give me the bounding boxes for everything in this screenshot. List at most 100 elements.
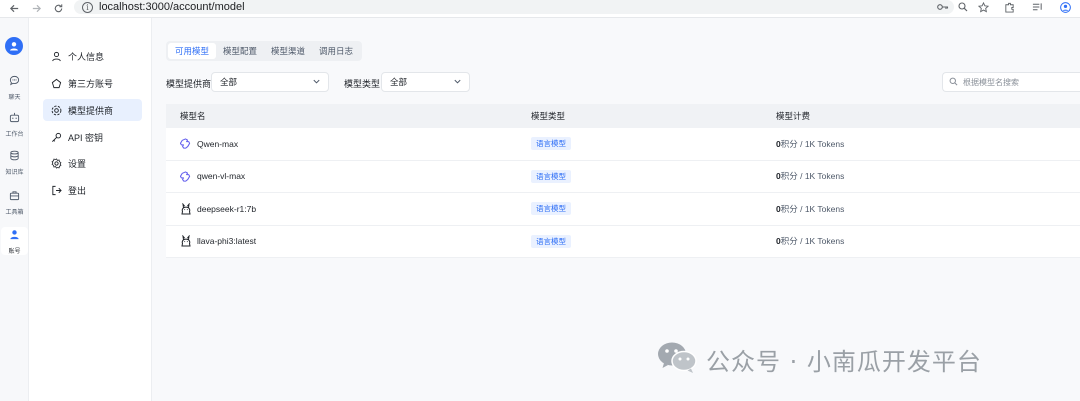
- type-select[interactable]: 全部: [381, 72, 470, 92]
- rail-item-workbench[interactable]: 工作台: [0, 110, 29, 138]
- logout-icon: [50, 184, 62, 196]
- model-type-cell: 语言模型: [531, 202, 571, 216]
- search-icon: [949, 73, 958, 91]
- chevron-down-icon: [453, 77, 462, 88]
- app-rail: 聊天 工作台 知识库 工具箱 账号: [0, 18, 29, 401]
- user-icon: [9, 227, 20, 245]
- type-filter-label: 模型类型: [344, 79, 381, 89]
- rail-item-label: 知识库: [5, 170, 24, 176]
- model-name-cell: qwen-vl-max: [180, 171, 245, 182]
- reading-list-icon[interactable]: [1030, 0, 1044, 14]
- column-header-name: 模型名: [180, 111, 206, 121]
- password-key-icon[interactable]: [936, 0, 950, 14]
- model-type-cell: 语言模型: [531, 169, 571, 183]
- rail-item-label: 工作台: [5, 132, 24, 138]
- model-price-cell: 0积分 / 1K Tokens: [776, 235, 844, 247]
- tab-call-logs[interactable]: 调用日志: [312, 43, 360, 59]
- model-tabs: 可用模型 模型配置 模型渠道 调用日志: [166, 41, 363, 61]
- toolbox-icon: [9, 188, 20, 206]
- model-name: Qwen-max: [197, 138, 239, 149]
- menu-item-settings[interactable]: 设置: [43, 152, 142, 174]
- extensions-icon[interactable]: [1002, 0, 1016, 14]
- table-row[interactable]: qwen-vl-max 语言模型 0积分 / 1K Tokens: [166, 161, 1080, 193]
- ollama-icon: [180, 235, 191, 247]
- model-type-cell: 语言模型: [531, 234, 571, 248]
- column-header-price: 模型计费: [776, 111, 811, 121]
- price-unit: 积分 / 1K Tokens: [780, 203, 845, 214]
- price-unit: 积分 / 1K Tokens: [780, 171, 845, 182]
- chat-icon: [9, 73, 20, 91]
- watermark: 公众号 · 小南瓜开发平台: [656, 340, 982, 379]
- model-name: deepseek-r1:7b: [197, 203, 257, 214]
- model-type-badge: 语言模型: [531, 137, 571, 151]
- rail-item-chat[interactable]: 聊天: [0, 73, 29, 101]
- price-unit: 积分 / 1K Tokens: [780, 236, 845, 247]
- table-row[interactable]: llava-phi3:latest 语言模型 0积分 / 1K Tokens: [166, 226, 1080, 258]
- type-select-value: 全部: [390, 77, 408, 87]
- model-name-cell: llava-phi3:latest: [180, 235, 257, 247]
- gear-icon: [50, 157, 62, 169]
- table-row[interactable]: Qwen-max 语言模型 0积分 / 1K Tokens: [166, 128, 1080, 161]
- model-icon: [50, 104, 62, 116]
- browser-toolbar: i localhost:3000/account/model: [0, 0, 1080, 18]
- table-row[interactable]: deepseek-r1:7b 语言模型 0积分 / 1K Tokens: [166, 193, 1080, 226]
- url-text: localhost:3000/account/model: [99, 1, 245, 13]
- qwen-icon: [180, 138, 191, 149]
- site-info-icon[interactable]: i: [82, 1, 93, 13]
- menu-item-label: 模型提供商: [68, 105, 114, 116]
- back-icon[interactable]: [6, 1, 22, 17]
- chevron-down-icon: [312, 77, 321, 88]
- tab-available-models[interactable]: 可用模型: [168, 43, 217, 59]
- model-type-badge: 语言模型: [531, 169, 571, 183]
- key-icon: [50, 131, 62, 143]
- user-avatar[interactable]: [5, 37, 23, 55]
- model-price-cell: 0积分 / 1K Tokens: [776, 170, 844, 182]
- account-menu: 个人信息 第三方账号 模型提供商 API 密钥 设置 登出: [29, 18, 152, 401]
- model-price-cell: 0积分 / 1K Tokens: [776, 203, 844, 215]
- rail-item-label: 工具箱: [5, 210, 24, 216]
- rail-item-toolbox[interactable]: 工具箱: [0, 188, 29, 216]
- model-search: [942, 72, 1080, 92]
- reload-icon[interactable]: [50, 1, 66, 17]
- model-name-cell: Qwen-max: [180, 138, 238, 149]
- price-unit: 积分 / 1K Tokens: [780, 138, 845, 149]
- zoom-icon[interactable]: [956, 0, 970, 14]
- tab-model-channels[interactable]: 模型渠道: [264, 43, 312, 59]
- models-table: 模型名 模型类型 模型计费 Qwen-max 语言模型 0积分 / 1K Tok…: [166, 104, 1080, 258]
- menu-item-third-party[interactable]: 第三方账号: [43, 72, 142, 94]
- menu-item-label: 第三方账号: [68, 78, 114, 89]
- model-price-cell: 0积分 / 1K Tokens: [776, 138, 844, 150]
- model-name-cell: deepseek-r1:7b: [180, 202, 257, 215]
- menu-item-label: 设置: [68, 158, 87, 169]
- tab-model-config[interactable]: 模型配置: [216, 43, 264, 59]
- robot-icon: [9, 110, 20, 128]
- menu-item-label: 登出: [68, 185, 87, 196]
- column-header-type: 模型类型: [531, 111, 566, 121]
- provider-filter-label: 模型提供商: [166, 79, 212, 89]
- menu-item-logout[interactable]: 登出: [43, 179, 142, 201]
- profile-icon[interactable]: [1058, 0, 1072, 14]
- rail-item-label: 账号: [8, 249, 21, 255]
- menu-item-model-provider[interactable]: 模型提供商: [43, 99, 142, 121]
- bookmark-star-icon[interactable]: [976, 0, 990, 14]
- provider-select[interactable]: 全部: [211, 72, 329, 92]
- menu-item-api-key[interactable]: API 密钥: [43, 126, 142, 148]
- model-name: llava-phi3:latest: [197, 236, 257, 247]
- model-name: qwen-vl-max: [197, 171, 246, 182]
- cloud-icon: [50, 77, 62, 89]
- menu-item-label: 个人信息: [68, 51, 105, 62]
- wechat-icon: [656, 340, 698, 379]
- forward-icon[interactable]: [28, 1, 44, 17]
- search-input[interactable]: [963, 77, 1073, 87]
- watermark-text: 公众号 · 小南瓜开发平台: [706, 348, 982, 376]
- model-type-badge: 语言模型: [531, 234, 571, 248]
- qwen-icon: [180, 171, 191, 182]
- model-type-cell: 语言模型: [531, 137, 571, 151]
- rail-item-knowledge[interactable]: 知识库: [0, 148, 29, 176]
- rail-item-account[interactable]: 账号: [1, 227, 28, 255]
- model-type-badge: 语言模型: [531, 202, 571, 216]
- address-bar[interactable]: i localhost:3000/account/model: [74, 0, 954, 14]
- menu-item-profile[interactable]: 个人信息: [43, 45, 142, 67]
- table-header: 模型名 模型类型 模型计费: [166, 104, 1080, 128]
- menu-item-label: API 密钥: [68, 132, 104, 143]
